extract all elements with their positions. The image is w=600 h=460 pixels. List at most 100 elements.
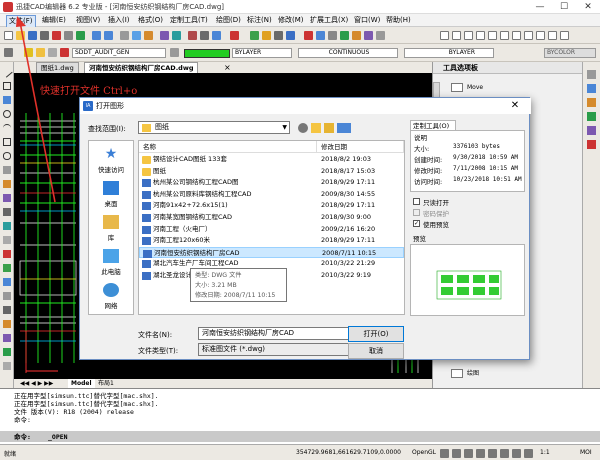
dim-icon[interactable] bbox=[316, 31, 325, 40]
place-quick-access[interactable]: ★ 快速访问 bbox=[89, 143, 133, 179]
tab-layout1[interactable]: 布局1 bbox=[98, 379, 114, 388]
distance-icon[interactable] bbox=[200, 31, 209, 40]
filename-input[interactable]: 河南恒安纺织钢结构厂房CAD ▼ bbox=[198, 327, 366, 340]
menu-format[interactable]: 格式(O) bbox=[136, 15, 165, 26]
use-preview-checkbox[interactable]: ✓ bbox=[413, 220, 420, 227]
menu-help[interactable]: 帮助(H) bbox=[384, 15, 413, 26]
view-menu-icon[interactable] bbox=[337, 123, 351, 133]
info-tab[interactable]: 定制工具(O) bbox=[410, 120, 456, 130]
palette-item-draw[interactable]: 绘图 bbox=[449, 368, 569, 379]
file-row[interactable]: 河南工程120x60米 2018/9/29 17:11 bbox=[139, 235, 404, 247]
menu-ext-tools[interactable]: 扩展工具(X) bbox=[308, 15, 350, 26]
up-folder-icon[interactable] bbox=[311, 123, 321, 133]
polyline-icon[interactable] bbox=[452, 31, 461, 40]
menu-custom-tools[interactable]: 定制工具(T) bbox=[168, 15, 210, 26]
undo-icon[interactable] bbox=[92, 31, 101, 40]
region-tool-icon[interactable] bbox=[3, 236, 11, 244]
file-row[interactable]: 钢结设计CAD图纸 133套 2018/8/2 19:03 bbox=[139, 154, 404, 166]
layer-combo[interactable]: SDDT_AUDIT_GEN bbox=[72, 48, 166, 58]
solid-tool-icon[interactable] bbox=[3, 348, 11, 356]
hatch-draw-icon[interactable] bbox=[548, 31, 557, 40]
calc-icon[interactable] bbox=[274, 31, 283, 40]
tool-icon[interactable] bbox=[587, 112, 596, 121]
refresh-icon[interactable] bbox=[212, 31, 221, 40]
lineweight-combo[interactable]: BYLAYER bbox=[404, 48, 494, 58]
layout-nav-icon[interactable]: ◀◀ ◀ ▶ ▶▶ bbox=[20, 379, 53, 388]
hatch-tool-icon[interactable] bbox=[3, 222, 11, 230]
dialog-close-button[interactable]: ✕ bbox=[501, 98, 529, 114]
point-icon[interactable] bbox=[524, 31, 533, 40]
plotstyle-combo[interactable]: BYCOLOR bbox=[544, 48, 596, 58]
tool-icon[interactable] bbox=[587, 98, 596, 107]
close-doc-icon[interactable] bbox=[230, 31, 239, 40]
menu-draw[interactable]: 绘图(D) bbox=[214, 15, 243, 26]
minimize-button[interactable]: — bbox=[528, 0, 552, 14]
mode-indicator[interactable]: MOI bbox=[580, 449, 592, 456]
lwt-icon[interactable] bbox=[512, 449, 521, 458]
arc-icon[interactable] bbox=[476, 31, 485, 40]
block-draw-icon[interactable] bbox=[560, 31, 569, 40]
attr-tool-icon[interactable] bbox=[3, 292, 11, 300]
palette-item-move[interactable]: Move bbox=[449, 82, 569, 93]
help-icon[interactable] bbox=[286, 31, 295, 40]
polar-icon[interactable] bbox=[476, 449, 485, 458]
spline-icon[interactable] bbox=[512, 31, 521, 40]
zoom-icon[interactable] bbox=[132, 31, 141, 40]
column-name-header[interactable]: 名称 bbox=[139, 141, 317, 153]
column-date-header[interactable]: 修改日期 bbox=[317, 141, 404, 153]
mtext-icon[interactable] bbox=[536, 31, 545, 40]
ellipse-icon[interactable] bbox=[500, 31, 509, 40]
maximize-button[interactable]: ☐ bbox=[552, 0, 576, 14]
region-icon[interactable] bbox=[364, 31, 373, 40]
tool-icon[interactable] bbox=[262, 31, 271, 40]
file-row[interactable]: 河南工程（火电厂） 2009/2/16 16:20 bbox=[139, 224, 404, 236]
pan-icon[interactable] bbox=[120, 31, 129, 40]
revcloud-tool-icon[interactable] bbox=[3, 320, 11, 328]
tool-icon[interactable] bbox=[587, 84, 596, 93]
place-desktop[interactable]: 桌面 bbox=[89, 177, 133, 213]
tab-close-icon[interactable]: × bbox=[224, 62, 231, 73]
ortho-icon[interactable] bbox=[464, 449, 473, 458]
rectangle-icon[interactable] bbox=[488, 31, 497, 40]
donut-tool-icon[interactable] bbox=[3, 334, 11, 342]
filetype-select[interactable]: 标准图文件 (*.dwg) ▼ bbox=[198, 343, 366, 356]
layer-icon[interactable] bbox=[172, 31, 181, 40]
command-prompt[interactable]: 命令: _OPEN bbox=[0, 431, 600, 442]
properties-icon[interactable] bbox=[160, 31, 169, 40]
snap-icon[interactable] bbox=[440, 449, 449, 458]
zoom-window-icon[interactable] bbox=[144, 31, 153, 40]
readonly-checkbox[interactable] bbox=[413, 198, 420, 205]
tool-icon[interactable] bbox=[587, 126, 596, 135]
layer-color-icon[interactable] bbox=[60, 48, 69, 57]
back-icon[interactable] bbox=[298, 123, 308, 133]
command-input[interactable]: _OPEN bbox=[48, 433, 68, 441]
table-tool-icon[interactable] bbox=[3, 250, 11, 258]
opengl-indicator[interactable]: OpenGL bbox=[412, 449, 436, 456]
otrack-icon[interactable] bbox=[500, 449, 509, 458]
line-icon[interactable] bbox=[440, 31, 449, 40]
model-icon[interactable] bbox=[524, 449, 533, 458]
layer-prev-icon[interactable] bbox=[170, 48, 179, 57]
file-row[interactable]: 杭州某公司原料库钢结构工程CAD 2009/8/30 14:55 bbox=[139, 189, 404, 201]
match-icon[interactable] bbox=[188, 31, 197, 40]
file-row[interactable]: 河南91x42+72.6x15(1) 2018/9/29 17:11 bbox=[139, 200, 404, 212]
scale-indicator[interactable]: 1:1 bbox=[540, 449, 550, 456]
mtext-tool-icon[interactable] bbox=[3, 278, 11, 286]
point-tool-icon[interactable] bbox=[3, 208, 11, 216]
menu-window[interactable]: 窗口(W) bbox=[352, 15, 382, 26]
block-icon[interactable] bbox=[328, 31, 337, 40]
tab-active-drawing[interactable]: 河南恒安纺织钢结构厂房CAD.dwg bbox=[84, 62, 199, 73]
menu-modify[interactable]: 修改(M) bbox=[276, 15, 306, 26]
menu-insert[interactable]: 插入(I) bbox=[106, 15, 132, 26]
place-network[interactable]: 网络 bbox=[89, 279, 133, 315]
osnap-icon[interactable] bbox=[488, 449, 497, 458]
cancel-button[interactable]: 取消 bbox=[348, 343, 404, 359]
insert-icon[interactable] bbox=[340, 31, 349, 40]
grid-icon[interactable] bbox=[452, 449, 461, 458]
place-library[interactable]: 库 bbox=[89, 211, 133, 247]
text-tool-icon[interactable] bbox=[3, 264, 11, 272]
close-window-button[interactable]: ✕ bbox=[576, 0, 600, 14]
ray-tool-icon[interactable] bbox=[3, 362, 11, 370]
linetype-combo[interactable]: CONTINUOUS bbox=[298, 48, 398, 58]
new-folder-icon[interactable] bbox=[324, 123, 334, 133]
